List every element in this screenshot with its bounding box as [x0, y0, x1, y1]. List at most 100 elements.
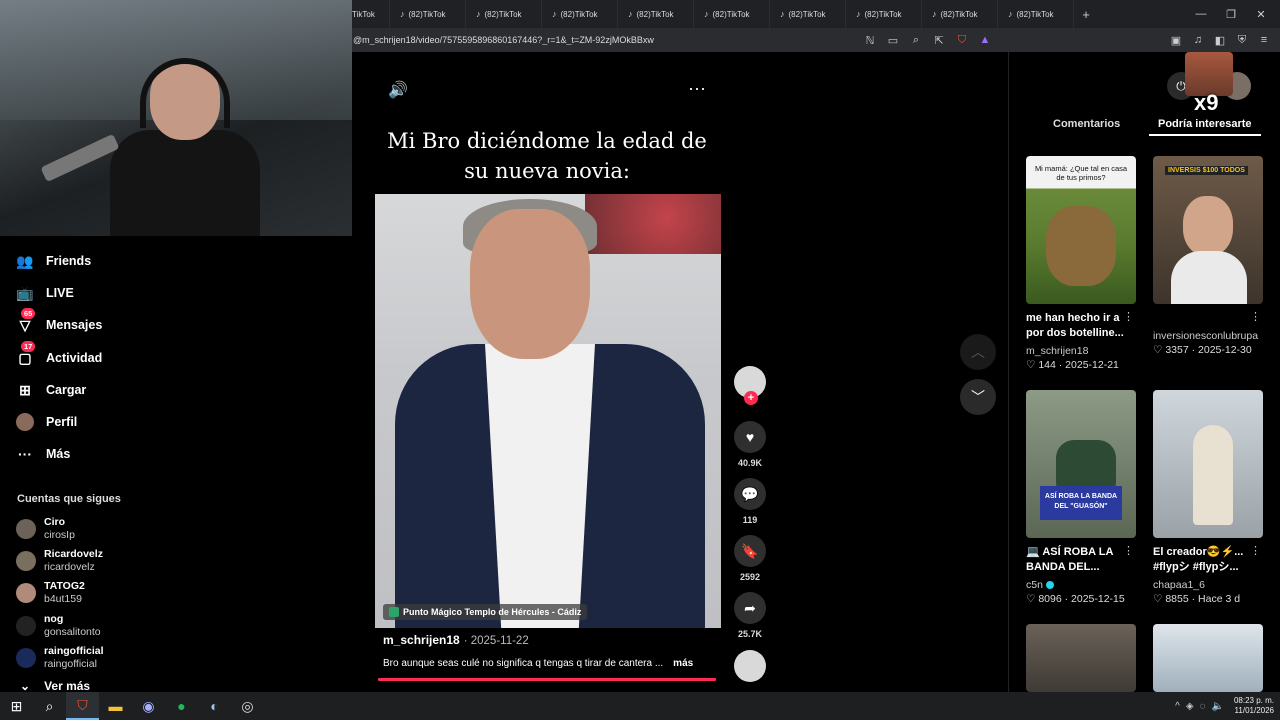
sidebar-item-upload[interactable]: ⊞ Cargar: [16, 381, 86, 399]
brave-shield-icon[interactable]: ⛉: [954, 34, 970, 47]
video-player[interactable]: [375, 194, 721, 628]
save-button[interactable]: 🔖 2592: [732, 535, 768, 582]
panel-icon[interactable]: ◧: [1212, 34, 1228, 47]
sidebar-item-activity[interactable]: ▢ 17 Actividad: [16, 341, 102, 367]
media-icon[interactable]: ♫: [1190, 34, 1206, 47]
share-button[interactable]: ➦ 25.7K: [732, 592, 768, 639]
zoom-icon[interactable]: ⌕: [908, 34, 924, 47]
upload-icon: ⊞: [19, 381, 31, 398]
browser-tab[interactable]: ♪ (82)TikTok: [922, 0, 998, 28]
browser-tab[interactable]: ♪ (82)TikTok: [542, 0, 618, 28]
browser-tab[interactable]: TikTok: [352, 0, 390, 28]
file-explorer-icon[interactable]: ▬: [99, 692, 132, 720]
clock[interactable]: 08:23 p. m. 11/01/2026: [1234, 696, 1274, 716]
recommended-card[interactable]: Mi mamá: ¿Que tal en casa de tus primos?…: [1026, 156, 1138, 371]
following-item[interactable]: raingofficial raingofficial: [16, 645, 104, 671]
avatar: [16, 616, 36, 636]
following-item[interactable]: Ciro cirosIp: [16, 516, 75, 542]
tiktok-icon: ♪: [856, 9, 861, 19]
brave-browser-icon[interactable]: ⛉: [66, 692, 99, 720]
new-tab-button[interactable]: +: [1074, 7, 1098, 22]
volume-icon[interactable]: 🔈: [1212, 701, 1224, 712]
tiktok-icon: ♪: [704, 9, 709, 19]
card-more-icon[interactable]: ⋮: [1250, 310, 1261, 323]
next-video-button[interactable]: ﹀: [960, 379, 996, 415]
browser-tab[interactable]: ♪ (82)TikTok: [618, 0, 694, 28]
recommended-card[interactable]: INVERSIS $100 TODOS inversionesconlubrup…: [1153, 156, 1265, 356]
tab-comments[interactable]: Comentarios: [1053, 118, 1120, 130]
sidebar-item-more[interactable]: ··· Más: [16, 445, 70, 463]
tiktok-icon: ♪: [476, 9, 481, 19]
video-thumbnail: [1026, 624, 1136, 692]
tab-might-interest[interactable]: Podría interesarte: [1158, 118, 1252, 130]
recommended-card[interactable]: [1026, 624, 1138, 692]
volume-icon[interactable]: 🔊: [388, 80, 408, 100]
minimize-icon[interactable]: —: [1186, 8, 1216, 21]
live-icon: 📺: [16, 284, 34, 301]
follow-plus-icon[interactable]: +: [744, 391, 758, 405]
rewards-icon[interactable]: ▲: [977, 34, 993, 46]
network-icon[interactable]: ◈: [1186, 701, 1194, 712]
recommended-card[interactable]: [1153, 624, 1265, 692]
windows-start-icon[interactable]: ⊞: [0, 692, 33, 720]
discord-icon[interactable]: ◉: [132, 692, 165, 720]
search-icon[interactable]: ⌕: [33, 692, 66, 720]
restore-icon[interactable]: ❐: [1216, 8, 1246, 21]
comment-button[interactable]: 💬 119: [732, 478, 768, 525]
card-more-icon[interactable]: ⋮: [1250, 544, 1261, 557]
video-thumbnail: INVERSIS $100 TODOS: [1153, 156, 1263, 304]
video-thumbnail: Mi mamá: ¿Que tal en casa de tus primos?: [1026, 156, 1136, 304]
chevron-up-icon[interactable]: ^: [1175, 701, 1180, 712]
share-icon[interactable]: ⇱: [931, 34, 947, 47]
creator-avatar-button[interactable]: +: [732, 366, 768, 405]
like-button[interactable]: ♥ 40.9K: [732, 421, 768, 468]
spotify-icon[interactable]: ●: [165, 692, 198, 720]
bookmark-icon: 🔖: [734, 535, 766, 567]
browser-tab[interactable]: ♪ (82)TikTok: [846, 0, 922, 28]
browser-tab[interactable]: ♪ (82)TikTok: [998, 0, 1074, 28]
steam-icon[interactable]: ◐: [198, 692, 231, 720]
chevron-up-icon: ︿: [971, 344, 985, 360]
menu-icon[interactable]: ≡: [1256, 34, 1272, 47]
card-more-icon[interactable]: ⋮: [1123, 544, 1134, 557]
video-progress-bar[interactable]: [378, 678, 716, 681]
vpn-icon[interactable]: ⛨: [1234, 34, 1250, 47]
avatar: [16, 551, 36, 571]
card-more-icon[interactable]: ⋮: [1123, 310, 1134, 323]
recommended-card[interactable]: ASÍ ROBA LA BANDA DEL "GUASÓN" 💻 ASÍ ROB…: [1026, 390, 1138, 605]
sidebar-item-messages[interactable]: ▽ 65 Mensajes: [16, 308, 102, 334]
next-creator-avatar[interactable]: [732, 650, 768, 682]
browser-tab[interactable]: ♪ (82)TikTok: [466, 0, 542, 28]
avatar: +: [734, 366, 766, 405]
wifi-icon[interactable]: ◌: [1200, 701, 1206, 712]
browser-tab[interactable]: ♪ (82)TikTok: [390, 0, 466, 28]
location-tag[interactable]: Punto Mágico Templo de Hércules - Cádiz: [383, 604, 588, 620]
video-person-shirt: [485, 344, 595, 628]
browser-tab[interactable]: ♪ (82)TikTok: [694, 0, 770, 28]
more-text-button[interactable]: más: [673, 658, 693, 669]
url-field[interactable]: @m_schrijen18/video/7575595896860167446?…: [352, 35, 852, 45]
app-icon[interactable]: ◎: [231, 692, 264, 720]
sidebar-item-profile[interactable]: Perfil: [16, 413, 77, 431]
close-icon[interactable]: ✕: [1246, 8, 1276, 21]
tiktok-icon: ♪: [552, 9, 557, 19]
sidebar-item-live[interactable]: 📺 LIVE: [16, 284, 74, 302]
video-background-logo: [585, 194, 721, 254]
recommended-card[interactable]: El creador😎⚡... #flypシ #flypシ... chapaa1…: [1153, 390, 1265, 605]
sidebar-toggle-icon[interactable]: ▣: [1168, 34, 1184, 47]
video-description: Bro aunque seas culé no significa q teng…: [383, 658, 694, 669]
video-progress-fill: [378, 678, 716, 681]
more-options-icon[interactable]: ···: [688, 78, 706, 99]
author-name[interactable]: m_schrijen18: [383, 633, 460, 647]
see-more-button[interactable]: ⌄ Ver más: [20, 679, 90, 693]
following-item[interactable]: Ricardovelz ricardovelz: [16, 548, 103, 574]
sidebar-item-friends[interactable]: 👥 Friends: [16, 252, 91, 270]
following-item[interactable]: nog gonsalitonto: [16, 613, 101, 639]
cast-icon[interactable]: ▭: [885, 34, 901, 47]
previous-video-button[interactable]: ︿: [960, 334, 996, 370]
tiktok-icon: ♪: [400, 9, 405, 19]
following-item[interactable]: TATOG2 b4ut159: [16, 580, 85, 606]
browser-tab[interactable]: ♪ (82)TikTok: [770, 0, 846, 28]
chevron-down-icon: ﹀: [971, 389, 985, 405]
translate-icon[interactable]: ℕ: [862, 34, 878, 47]
